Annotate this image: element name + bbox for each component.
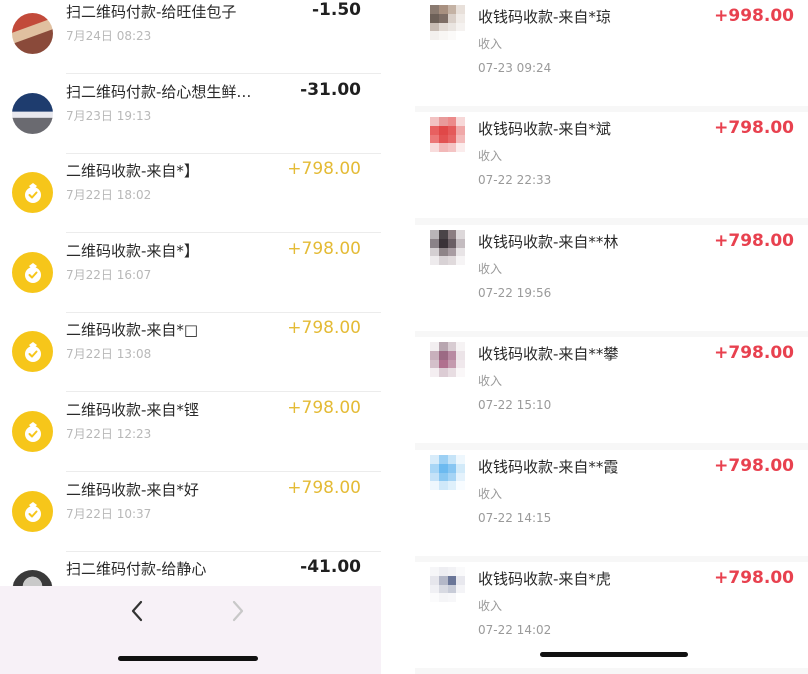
income-card[interactable]: 收钱码收款-来自**林收入 07-22 19:56 +798.00 (415, 225, 808, 331)
income-time: 07-23 09:24 (478, 61, 552, 75)
money-bag-icon (12, 172, 53, 213)
income-type-label: 收入 (478, 262, 503, 276)
transaction-amount: +798.00 (287, 239, 361, 259)
income-amount: +798.00 (714, 118, 794, 138)
income-type-label: 收入 (478, 37, 503, 51)
income-time: 07-22 22:33 (478, 173, 552, 187)
income-card[interactable]: 收钱码收款-来自**霞收入 07-22 14:15 +798.00 (415, 450, 808, 556)
transaction-row[interactable]: 二维码收款-来自*】 7月22日 16:07 +798.00 (0, 233, 381, 313)
transaction-time: 7月23日 19:13 (66, 109, 152, 123)
chevron-right-icon[interactable] (225, 598, 251, 624)
income-amount: +798.00 (714, 568, 794, 588)
store-avatar (12, 13, 53, 54)
income-amount: +798.00 (714, 231, 794, 251)
income-card[interactable]: 收钱码收款-来自*斌收入 07-22 22:33 +798.00 (415, 112, 808, 218)
transaction-time: 7月22日 13:08 (66, 347, 152, 361)
transaction-row[interactable]: 扫二维码付款-给旺佳包子 7月24日 08:23 -1.50 (0, 0, 381, 74)
income-type-label: 收入 (478, 599, 503, 613)
transaction-title: 扫二维码付款-给心想生鲜… (66, 83, 252, 101)
income-time: 07-22 19:56 (478, 286, 552, 300)
transaction-row[interactable]: 二维码收款-来自*□ 7月22日 13:08 +798.00 (0, 312, 381, 392)
transaction-title: 扫二维码付款-给旺佳包子 (66, 3, 237, 21)
transaction-title: 二维码收款-来自*】 (66, 162, 199, 180)
transaction-amount: +798.00 (287, 398, 361, 418)
transaction-row[interactable]: 二维码收款-来自*好 7月22日 10:37 +798.00 (0, 472, 381, 552)
pixelated-avatar (430, 230, 465, 265)
transaction-time: 7月22日 12:23 (66, 427, 152, 441)
transaction-amount: -41.00 (300, 557, 361, 577)
transaction-title: 二维码收款-来自*】 (66, 242, 199, 260)
transaction-row[interactable]: 二维码收款-来自*】 7月22日 18:02 +798.00 (0, 153, 381, 233)
pixelated-avatar (430, 5, 465, 40)
income-title: 收钱码收款-来自*斌 (478, 120, 611, 138)
income-time: 07-22 15:10 (478, 398, 552, 412)
home-indicator[interactable] (118, 656, 258, 661)
money-bag-icon (12, 252, 53, 293)
transaction-row[interactable]: 二维码收款-来自*铿 7月22日 12:23 +798.00 (0, 392, 381, 472)
store-avatar (12, 93, 53, 134)
income-time: 07-22 14:15 (478, 511, 552, 525)
income-title: 收钱码收款-来自**攀 (478, 345, 619, 363)
home-indicator[interactable] (540, 652, 688, 657)
transaction-title: 扫二维码付款-给静心 (66, 560, 207, 578)
pixelated-avatar (430, 567, 465, 602)
transaction-amount: -31.00 (300, 80, 361, 100)
left-transaction-list: 扫二维码付款-给旺佳包子 7月24日 08:23 -1.50 扫二维码付款-给心想生鲜… (0, 0, 381, 674)
pixelated-avatar (430, 455, 465, 490)
transaction-time: 7月22日 18:02 (66, 188, 152, 202)
transaction-title: 二维码收款-来自*铿 (66, 401, 199, 419)
income-title: 收钱码收款-来自*琼 (478, 8, 611, 26)
transaction-time: 7月22日 10:37 (66, 507, 152, 521)
transaction-amount: +798.00 (287, 318, 361, 338)
income-type-label: 收入 (478, 374, 503, 388)
income-amount: +798.00 (714, 456, 794, 476)
money-bag-icon (12, 411, 53, 452)
money-bag-icon (12, 331, 53, 372)
transaction-amount: +798.00 (287, 478, 361, 498)
transaction-row[interactable]: 扫二维码付款-给心想生鲜… 7月23日 19:13 -31.00 (0, 74, 381, 154)
income-type-label: 收入 (478, 149, 503, 163)
income-title: 收钱码收款-来自*虎 (478, 570, 611, 588)
transaction-title: 二维码收款-来自*□ (66, 321, 199, 339)
transaction-time: 7月24日 08:23 (66, 29, 152, 43)
income-type-label: 收入 (478, 487, 503, 501)
income-card[interactable]: 收钱码收款-来自*琼收入 07-23 09:24 +998.00 (415, 0, 808, 106)
panel-separator (381, 0, 415, 674)
transaction-amount: -1.50 (312, 0, 361, 20)
pixelated-avatar (430, 117, 465, 152)
transaction-title: 二维码收款-来自*好 (66, 481, 199, 499)
income-amount: +798.00 (714, 343, 794, 363)
browser-nav-bar (0, 586, 381, 674)
transaction-time: 7月22日 16:07 (66, 268, 152, 282)
income-title: 收钱码收款-来自**林 (478, 233, 619, 251)
chevron-left-icon[interactable] (124, 598, 150, 624)
money-bag-icon (12, 491, 53, 532)
income-title: 收钱码收款-来自**霞 (478, 458, 619, 476)
income-card[interactable]: 收钱码收款-来自**攀收入 07-22 15:10 +798.00 (415, 337, 808, 443)
income-amount: +998.00 (714, 6, 794, 26)
income-time: 07-22 14:02 (478, 623, 552, 637)
transaction-amount: +798.00 (287, 159, 361, 179)
pixelated-avatar (430, 342, 465, 377)
right-transaction-list: 收钱码收款-来自*琼收入 07-23 09:24 +998.00 收钱码收款-来自*斌… (415, 0, 808, 674)
